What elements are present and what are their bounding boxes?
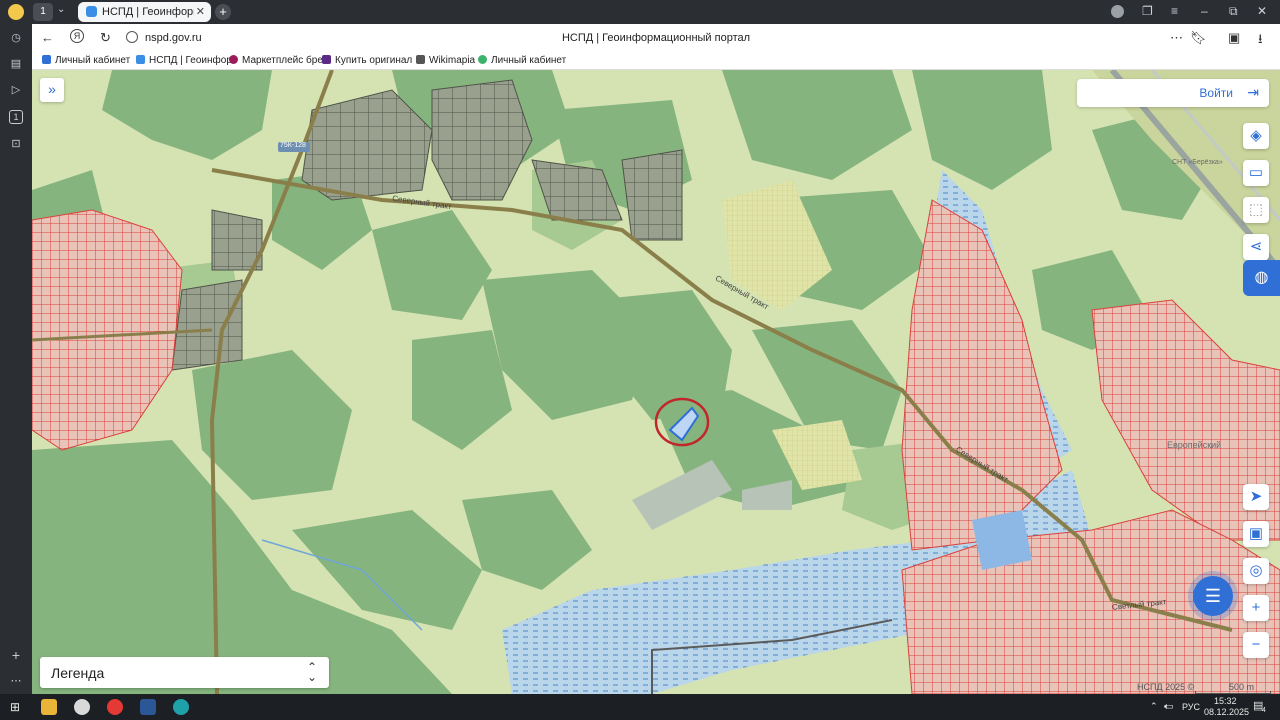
expand-panel-button[interactable]: »	[40, 78, 64, 102]
play-icon[interactable]: ▷	[9, 83, 23, 97]
legend-label: Легенда	[51, 665, 105, 681]
ruler-icon: ▭	[1248, 164, 1264, 181]
browser-logo-icon[interactable]	[8, 4, 24, 20]
legend-dropdown[interactable]: Легенда ⌃ ⌄	[40, 657, 329, 688]
map-canvas[interactable]: 75К-128 Северный тракт Северный тракт Се…	[32, 70, 1280, 694]
login-label: Войти	[1199, 86, 1233, 100]
tab-count-icon[interactable]: 1	[9, 110, 23, 124]
address-bar: ← Я ↻ nspd.gov.ru НСПД | Геоинформационн…	[32, 24, 1280, 52]
share-icon: ⋖	[1249, 238, 1263, 255]
geopoint-button[interactable]: ◎	[1243, 558, 1269, 584]
profile-icon[interactable]	[1111, 5, 1124, 18]
settlement-label: СНТ «Берёзка»	[1172, 159, 1223, 166]
clock-time[interactable]: 15:32	[1214, 696, 1237, 706]
sidebar-badge: 1	[13, 112, 19, 122]
map-layer	[32, 70, 1280, 694]
bookmark-item[interactable]: Маркетплейс бре	[229, 55, 323, 66]
copyright-label: НСПД 2025 ©	[1137, 682, 1195, 692]
bookmark-item[interactable]: Wikimapia	[416, 55, 475, 66]
screen-icon: ▣	[1248, 525, 1264, 542]
login-button[interactable]: Войти ⇥	[1077, 79, 1269, 107]
bookmark-item[interactable]: Личный кабинет	[42, 55, 130, 66]
language-indicator[interactable]: РУС	[1182, 702, 1200, 712]
windows-taskbar: ⊞ ⌃ ▭ 🔈︎ РУС 15:32 08.12.2025 ▤ 4	[0, 694, 1280, 720]
road-sign-label: 75К-128	[280, 142, 306, 149]
tab-count-button[interactable]: 1	[33, 3, 53, 21]
chat-button[interactable]: ☰	[1193, 576, 1233, 616]
chat-icon: ☰	[1204, 586, 1222, 606]
bookmark-item[interactable]: НСПД | Геоинфор	[136, 55, 232, 66]
bookmark-favicon-icon	[416, 55, 425, 64]
bookmark-icon[interactable]: 🔖︎	[1190, 30, 1207, 46]
tab-active[interactable]: НСПД | Геоинформационный портал ✕	[78, 2, 211, 22]
share-button[interactable]: ⋖	[1243, 234, 1269, 260]
new-tab-button[interactable]: +	[215, 4, 231, 20]
restore-icon[interactable]: ⧉	[1229, 4, 1238, 19]
bookmark-item[interactable]: Купить оригинал	[322, 55, 412, 66]
select-area-button[interactable]: ⬚	[1243, 197, 1269, 223]
close-window-icon[interactable]: ✕	[1257, 4, 1267, 18]
side-panel-tab[interactable]: ◍	[1243, 260, 1280, 296]
zoom-out-button[interactable]: −	[1243, 632, 1269, 658]
browser-tab-bar: 1 ⌄ НСПД | Геоинформационный портал ✕ + …	[0, 0, 1280, 24]
zoom-in-button[interactable]: +	[1243, 595, 1269, 621]
browser-sidebar: ◷ ▤ ▷ 1 ⊡ + ⋯	[0, 24, 32, 694]
close-tab-icon[interactable]: ✕	[196, 5, 205, 18]
geopoint-icon: ◎	[1249, 562, 1263, 579]
bookmark-favicon-icon	[136, 55, 145, 64]
tray-chevron-icon[interactable]: ⌃	[1150, 701, 1158, 712]
reader-icon[interactable]: ▣	[1228, 30, 1240, 46]
zoom-out-icon: −	[1251, 636, 1261, 653]
clock-date[interactable]: 08.12.2025	[1204, 707, 1249, 717]
bookmark-favicon-icon	[322, 55, 331, 64]
layers-icon: ◈	[1250, 127, 1262, 144]
tab-title: НСПД | Геоинформационный портал	[102, 6, 194, 18]
edge-icon[interactable]	[173, 699, 189, 715]
screen-button[interactable]: ▣	[1243, 521, 1269, 547]
bookmarks-bar: Личный кабинет НСПД | Геоинфор Маркетпле…	[32, 52, 1280, 70]
locate-button[interactable]: ➤	[1243, 484, 1269, 510]
tab-count-label: 1	[40, 6, 46, 17]
site-favicon-icon	[86, 6, 97, 17]
page-title: НСПД | Геоинформационный портал	[561, 32, 751, 44]
collections-icon[interactable]: ❐	[1142, 4, 1153, 18]
bookmark-favicon-icon	[229, 55, 238, 64]
layers-button[interactable]: ◈	[1243, 123, 1269, 149]
ruler-button[interactable]: ▭	[1243, 160, 1269, 186]
notes-icon[interactable]: ▤	[9, 57, 23, 71]
media-icon[interactable]: ⊡	[9, 137, 23, 151]
file-explorer-icon[interactable]	[41, 699, 57, 715]
clock-icon[interactable]: ◷	[9, 31, 23, 45]
select-area-icon: ⬚	[1248, 201, 1264, 218]
locate-icon: ➤	[1249, 488, 1263, 505]
settlement-label: Европейский	[1167, 440, 1222, 450]
more-icon[interactable]: ⋯	[9, 674, 23, 688]
zoom-in-icon: +	[1251, 599, 1261, 616]
bookmark-favicon-icon	[478, 55, 487, 64]
minimize-icon[interactable]: –	[1201, 4, 1208, 18]
menu-icon[interactable]: ≡	[1171, 4, 1178, 18]
notification-count: 4	[1262, 707, 1266, 714]
app-icon[interactable]	[74, 699, 90, 715]
login-icon: ⇥	[1247, 84, 1259, 100]
more-options-icon[interactable]: ⋯	[1170, 30, 1183, 46]
volume-icon[interactable]: 🔈︎	[1164, 701, 1169, 712]
tabs-dropdown-icon[interactable]: ⌄	[57, 4, 65, 15]
bookmark-favicon-icon	[42, 55, 51, 64]
map-icon: ◍	[1254, 269, 1269, 286]
word-icon[interactable]	[140, 699, 156, 715]
add-icon[interactable]: +	[9, 648, 23, 662]
chevrons-right-icon: »	[48, 81, 56, 97]
yandex-browser-icon[interactable]	[107, 699, 123, 715]
expand-collapse-icon: ⌃ ⌄	[306, 660, 317, 684]
start-icon[interactable]: ⊞	[10, 700, 20, 714]
download-icon[interactable]: ⭳	[1258, 30, 1263, 52]
bookmark-item[interactable]: Личный кабинет	[478, 55, 566, 66]
